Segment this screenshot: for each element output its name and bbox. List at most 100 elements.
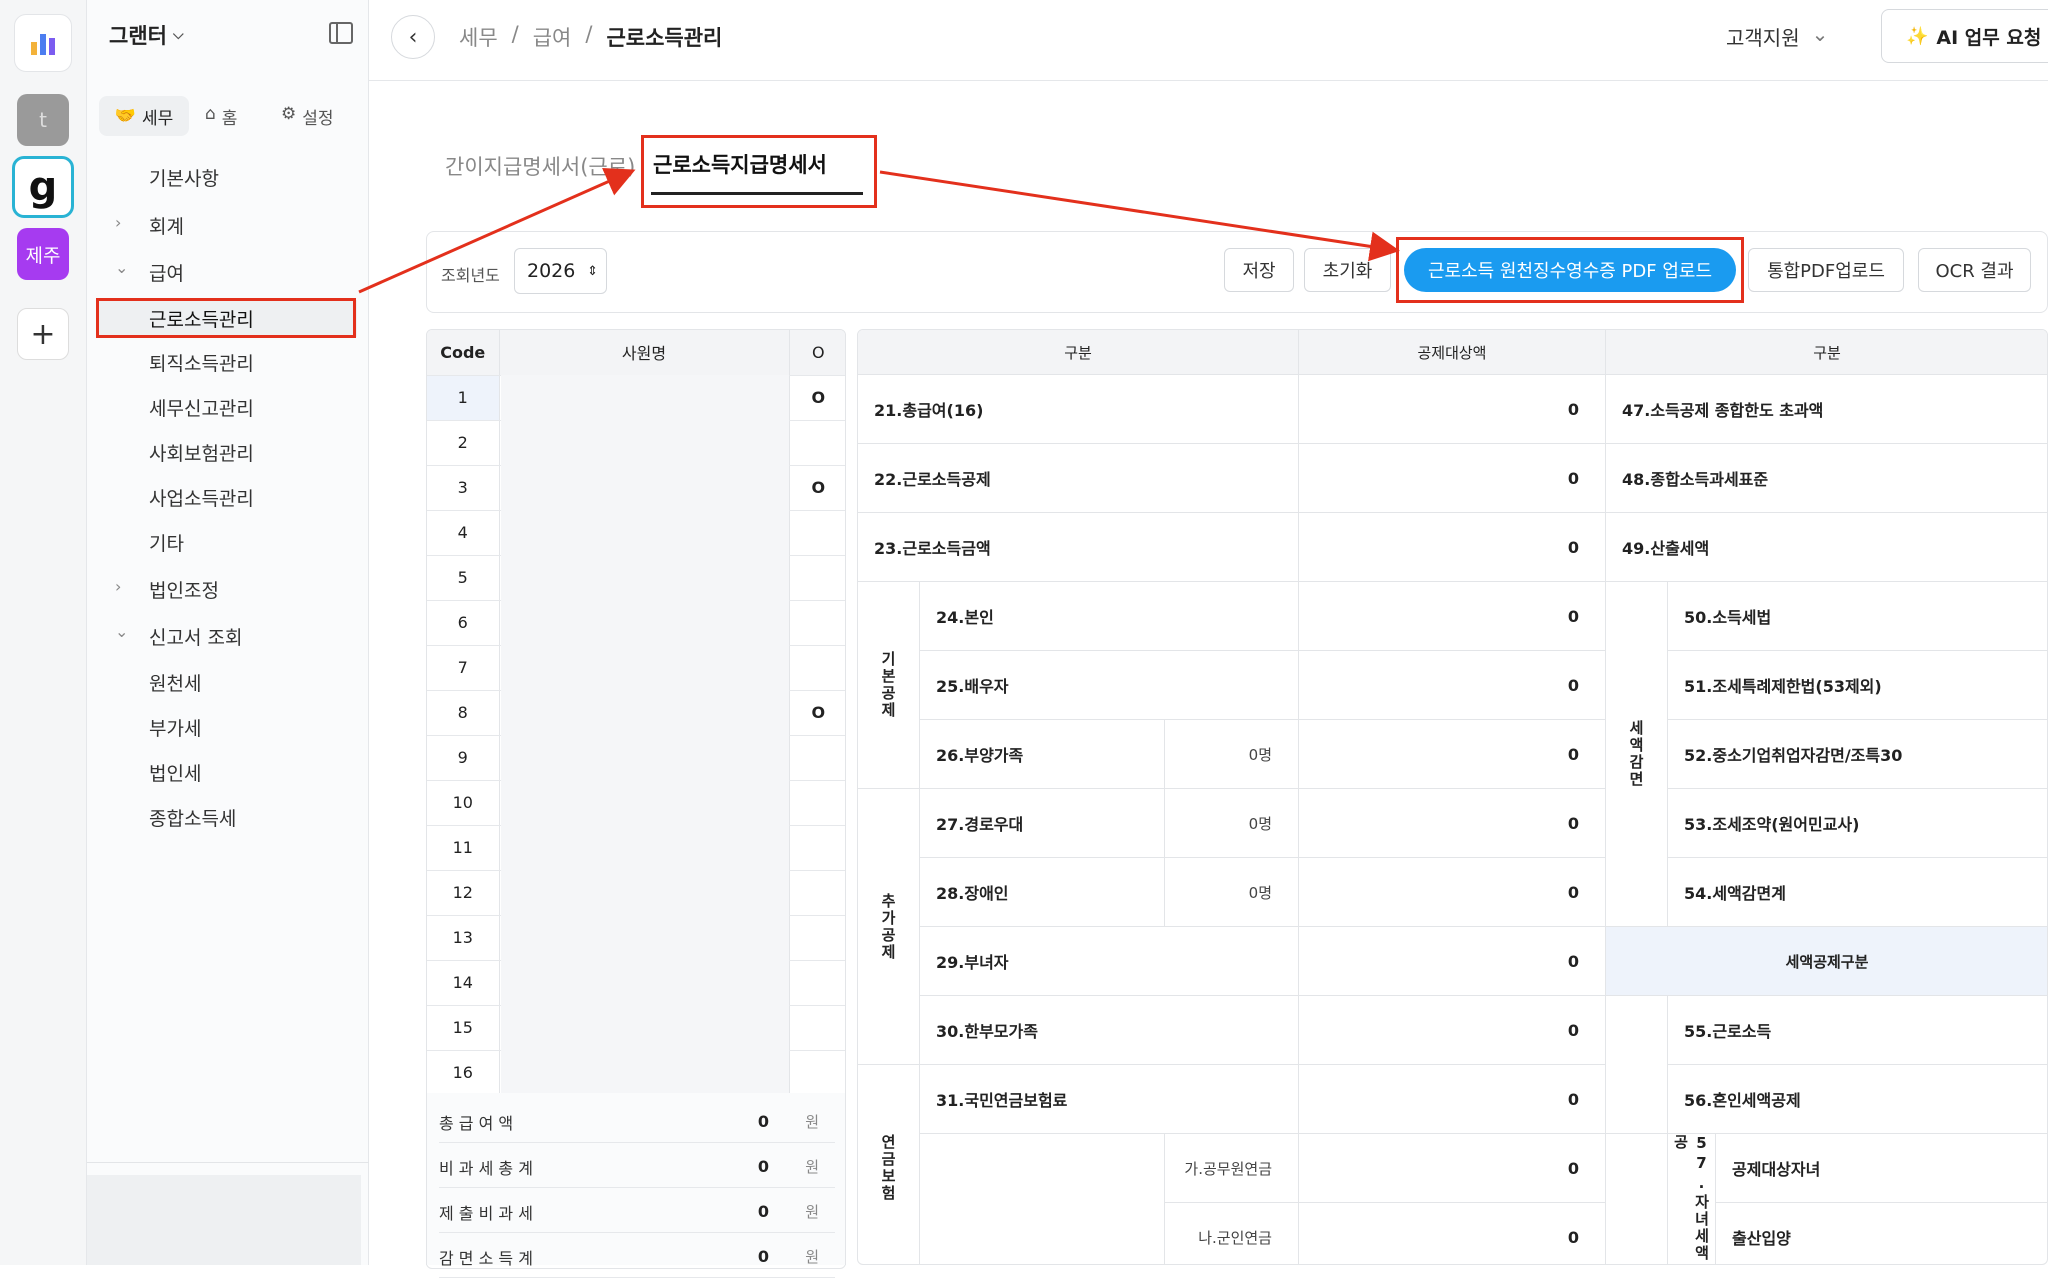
summary-unit: 원: [805, 1248, 819, 1266]
row-label: 28.장애인: [920, 858, 1165, 927]
tax-credit-header: 세액공제구분: [1606, 927, 2047, 996]
cell-o: [789, 780, 845, 826]
amount-value[interactable]: 0: [1299, 996, 1606, 1065]
cell-o: [789, 825, 845, 871]
right-row-label: 53.조세조약(원어민교사): [1668, 789, 2047, 858]
cell-o: O: [789, 465, 845, 511]
right-row-label: 49.산출세액: [1606, 513, 2047, 582]
amount-value[interactable]: 0: [1299, 1134, 1606, 1203]
cell-o: [789, 645, 845, 691]
summary-row: 총 급 여 액 0 원: [439, 1101, 835, 1143]
group-child-credit: 57.자녀세액공: [1668, 1134, 1716, 1264]
right-row-label: 51.조세특례제한법(53제외): [1668, 651, 2047, 720]
amount-value[interactable]: 0: [1299, 720, 1606, 789]
row-label: 24.본인: [920, 582, 1299, 651]
summary-label: 비 과 세 총 계: [439, 1158, 533, 1178]
summary-value: 0: [757, 1112, 769, 1131]
right-spacer: [1606, 996, 1668, 1134]
cell-code: 2: [427, 420, 499, 466]
right-row-label: 52.중소기업취업자감면/조특30: [1668, 720, 2047, 789]
group-basic-deduction: 기본공제: [858, 582, 920, 789]
deduction-grid: 구분 공제대상액 구분 21.총급여(16) 0 22.근로소득공제 0 23.근로소득금액 0…: [857, 329, 2048, 1265]
summary-value: 0: [757, 1202, 769, 1221]
employee-name-area: [501, 375, 789, 1095]
cell-o: [789, 420, 845, 466]
col-name: 사원명: [498, 330, 790, 376]
right-row-label: 56.혼인세액공제: [1668, 1065, 2047, 1134]
row-label: 26.부양가족: [920, 720, 1165, 789]
group-extra-deduction: 추가공제: [858, 789, 920, 1065]
cell-o: [789, 510, 845, 556]
summary-row: 제 출 비 과 세 0 원: [439, 1191, 835, 1233]
people-count[interactable]: 0명: [1165, 720, 1299, 789]
summary-row: 비 과 세 총 계 0 원: [439, 1146, 835, 1188]
group-pension: 연금보험: [858, 1065, 920, 1264]
right-row-label: 48.종합소득과세표준: [1606, 444, 2047, 513]
cell-code: 6: [427, 600, 499, 646]
cell-o: [789, 915, 845, 961]
right-row-label: 55.근로소득: [1668, 996, 2047, 1065]
row-label: 29.부녀자: [920, 927, 1299, 996]
cell-code: 11: [427, 825, 499, 871]
people-count[interactable]: 0명: [1165, 789, 1299, 858]
cell-code: 5: [427, 555, 499, 601]
right-row-label: 54.세액감면계: [1668, 858, 2047, 927]
col-o: O: [789, 330, 845, 376]
row-label: 23.근로소득금액: [858, 513, 1299, 582]
cell-o: [789, 1005, 845, 1051]
summary-row: 감 면 소 득 계 0 원: [439, 1236, 835, 1278]
summary-unit: 원: [805, 1113, 819, 1131]
right-row-label: 47.소득공제 종합한도 초과액: [1606, 375, 2047, 444]
cell-o: [789, 870, 845, 916]
people-count[interactable]: 0명: [1165, 858, 1299, 927]
amount-value[interactable]: 0: [1299, 1065, 1606, 1134]
cell-o: O: [789, 375, 845, 421]
amount-value[interactable]: 0: [1299, 1203, 1606, 1264]
header-category: 구분: [858, 330, 1299, 375]
amount-value[interactable]: 0: [1299, 789, 1606, 858]
row-label: 30.한부모가족: [920, 996, 1299, 1065]
arrow-menu-to-tab: [358, 168, 636, 294]
cell-code: 14: [427, 960, 499, 1006]
cell-code: 7: [427, 645, 499, 691]
summary-value: 0: [757, 1247, 769, 1266]
cell-code: 10: [427, 780, 499, 826]
header-category-right: 구분: [1606, 330, 2047, 375]
cell-o: O: [789, 690, 845, 736]
cell-o: [789, 735, 845, 781]
amount-value[interactable]: 0: [1299, 444, 1606, 513]
cell-o: [789, 555, 845, 601]
group-tax-reduction: 세액감면: [1606, 582, 1668, 927]
row-label: 22.근로소득공제: [858, 444, 1299, 513]
right-row-label: 공제대상자녀: [1716, 1134, 2047, 1203]
cell-code: 1: [427, 375, 499, 421]
header-amount: 공제대상액: [1299, 330, 1606, 375]
amount-value[interactable]: 0: [1299, 651, 1606, 720]
arrow-tab-to-upload: [879, 170, 1400, 262]
row-label: 21.총급여(16): [858, 375, 1299, 444]
row-label-gongmuwon: 가.공무원연금: [1165, 1134, 1299, 1203]
amount-value[interactable]: 0: [1299, 582, 1606, 651]
summary-box: 총 급 여 액 0 원비 과 세 총 계 0 원제 출 비 과 세 0 원감 면…: [426, 1093, 846, 1278]
row-label-gunin: 나.군인연금: [1165, 1203, 1299, 1264]
row-label: 25.배우자: [920, 651, 1299, 720]
summary-unit: 원: [805, 1158, 819, 1176]
cell-o: [789, 600, 845, 646]
summary-unit: 원: [805, 1203, 819, 1221]
summary-label: 제 출 비 과 세: [439, 1203, 533, 1223]
amount-value[interactable]: 0: [1299, 927, 1606, 996]
cell-code: 9: [427, 735, 499, 781]
summary-label: 총 급 여 액: [439, 1113, 514, 1133]
cell-o: [789, 1050, 845, 1096]
row-label: 31.국민연금보험료: [920, 1065, 1299, 1134]
summary-value: 0: [757, 1157, 769, 1176]
cell-code: 16: [427, 1050, 499, 1096]
cell-code: 4: [427, 510, 499, 556]
cell-code: 13: [427, 915, 499, 961]
right-row-label: 50.소득세법: [1668, 582, 2047, 651]
amount-value[interactable]: 0: [1299, 375, 1606, 444]
col-code: Code: [427, 330, 499, 376]
amount-value[interactable]: 0: [1299, 858, 1606, 927]
amount-value[interactable]: 0: [1299, 513, 1606, 582]
cell-code: 8: [427, 690, 499, 736]
